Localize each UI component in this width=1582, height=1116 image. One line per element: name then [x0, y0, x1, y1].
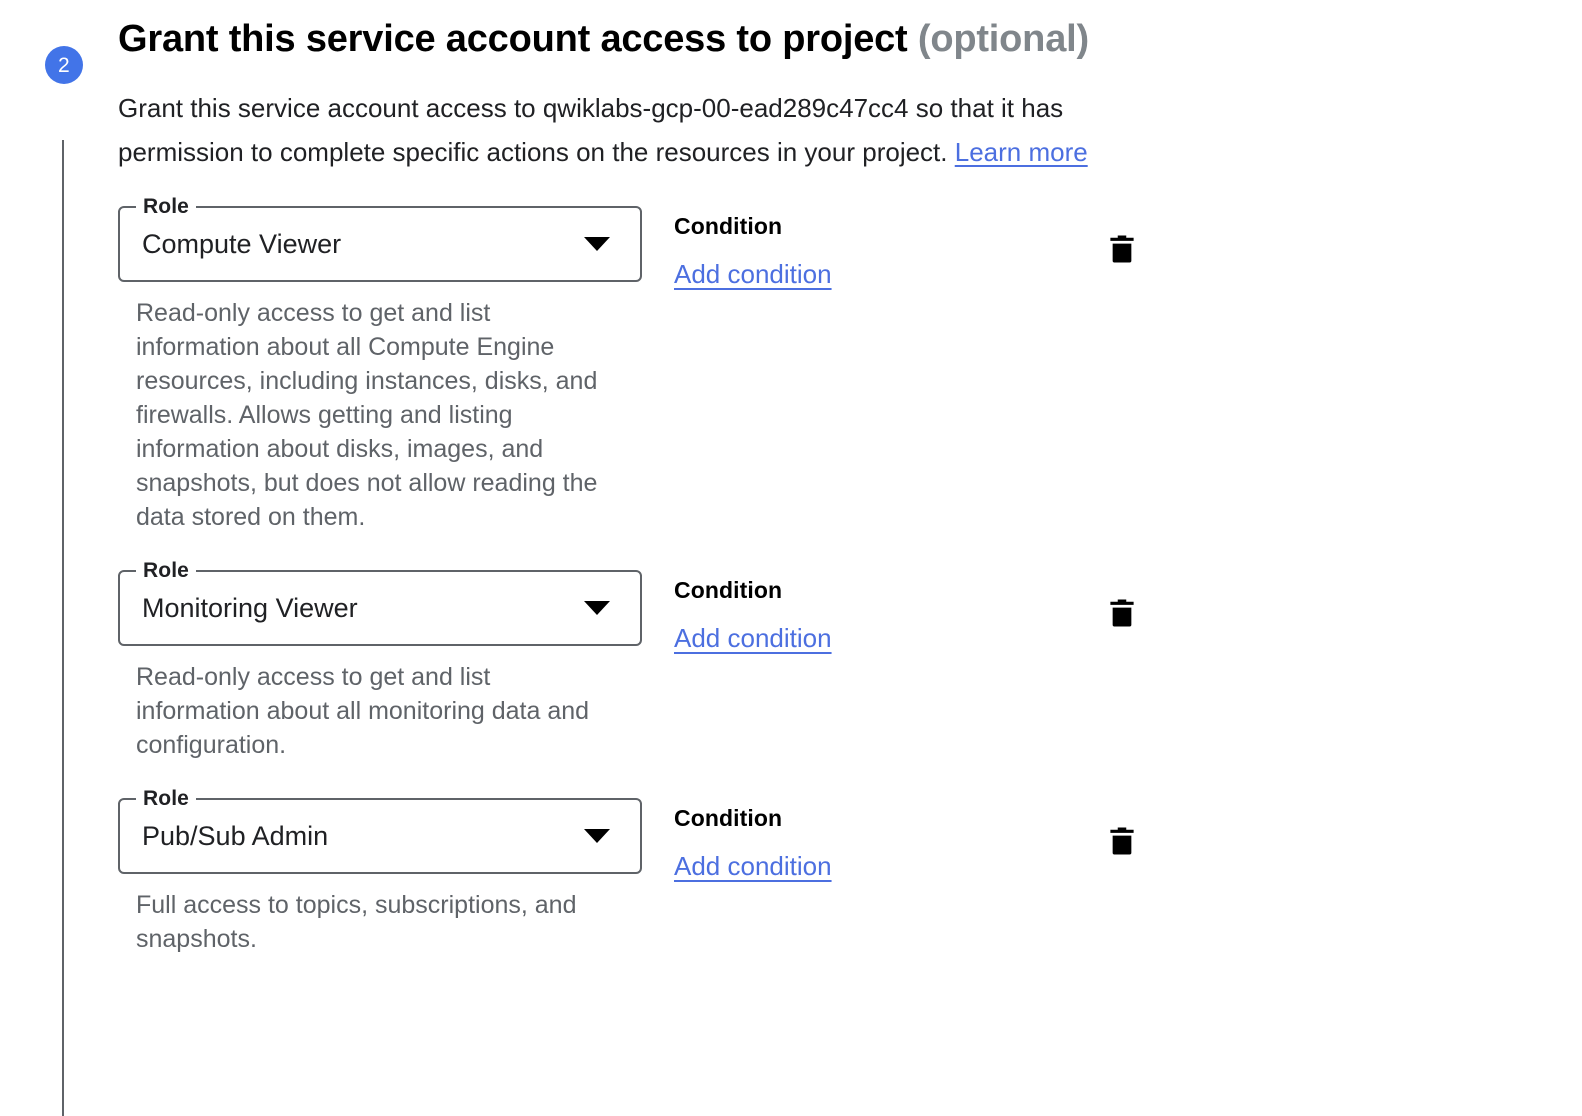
chevron-down-icon: [584, 829, 610, 843]
chevron-down-icon: [584, 237, 610, 251]
add-condition-link[interactable]: Add condition: [674, 258, 832, 290]
step-description: Grant this service account access to qwi…: [118, 86, 1178, 174]
role-list: Role Compute Viewer Read-only access to …: [118, 194, 1582, 956]
condition-label: Condition: [674, 805, 783, 831]
delete-role-button[interactable]: [1098, 590, 1146, 638]
role-select-label: Role: [136, 786, 196, 812]
learn-more-link[interactable]: Learn more: [955, 137, 1088, 167]
add-condition-link[interactable]: Add condition: [674, 850, 832, 882]
page-title-optional: (optional): [917, 18, 1089, 60]
role-select[interactable]: Role Monitoring Viewer: [118, 558, 642, 646]
role-row: Role Pub/Sub Admin Full access to topics…: [118, 786, 1582, 956]
condition-column: Condition Add condition: [642, 798, 1062, 882]
chevron-down-icon: [584, 601, 610, 615]
delete-column: [1062, 206, 1182, 274]
delete-column: [1062, 570, 1182, 638]
grant-access-step: 2 Grant this service account access to p…: [0, 0, 1582, 1116]
page-title: Grant this service account access to pro…: [118, 0, 1098, 68]
role-select-value: Monitoring Viewer: [142, 593, 358, 623]
step-connector-line: [62, 140, 64, 1116]
page-title-main: Grant this service account access to pro…: [118, 18, 908, 60]
delete-column: [1062, 798, 1182, 866]
role-description: Read-only access to get and list informa…: [136, 663, 590, 759]
trash-icon: [1105, 231, 1139, 270]
role-select[interactable]: Role Compute Viewer: [118, 194, 642, 282]
step-description-text: Grant this service account access to qwi…: [118, 93, 1064, 167]
role-column: Role Compute Viewer Read-only access to …: [118, 194, 642, 534]
delete-role-button[interactable]: [1098, 818, 1146, 866]
role-select[interactable]: Role Pub/Sub Admin: [118, 786, 642, 874]
role-select-label: Role: [136, 558, 196, 584]
delete-role-button[interactable]: [1098, 226, 1146, 274]
condition-label: Condition: [674, 213, 783, 239]
add-condition-link[interactable]: Add condition: [674, 622, 832, 654]
role-row: Role Monitoring Viewer Read-only access …: [118, 558, 1582, 762]
role-column: Role Pub/Sub Admin Full access to topics…: [118, 786, 642, 956]
role-column: Role Monitoring Viewer Read-only access …: [118, 558, 642, 762]
role-description: Read-only access to get and list informa…: [136, 299, 598, 531]
condition-column: Condition Add condition: [642, 570, 1062, 654]
role-select-value: Pub/Sub Admin: [142, 821, 329, 851]
role-row: Role Compute Viewer Read-only access to …: [118, 194, 1582, 534]
step-number-badge: 2: [45, 46, 83, 84]
condition-label: Condition: [674, 577, 783, 603]
trash-icon: [1105, 595, 1139, 634]
condition-column: Condition Add condition: [642, 206, 1062, 290]
role-select-value: Compute Viewer: [142, 229, 342, 259]
role-select-label: Role: [136, 194, 196, 220]
trash-icon: [1105, 823, 1139, 862]
role-description: Full access to topics, subscriptions, an…: [136, 891, 577, 953]
